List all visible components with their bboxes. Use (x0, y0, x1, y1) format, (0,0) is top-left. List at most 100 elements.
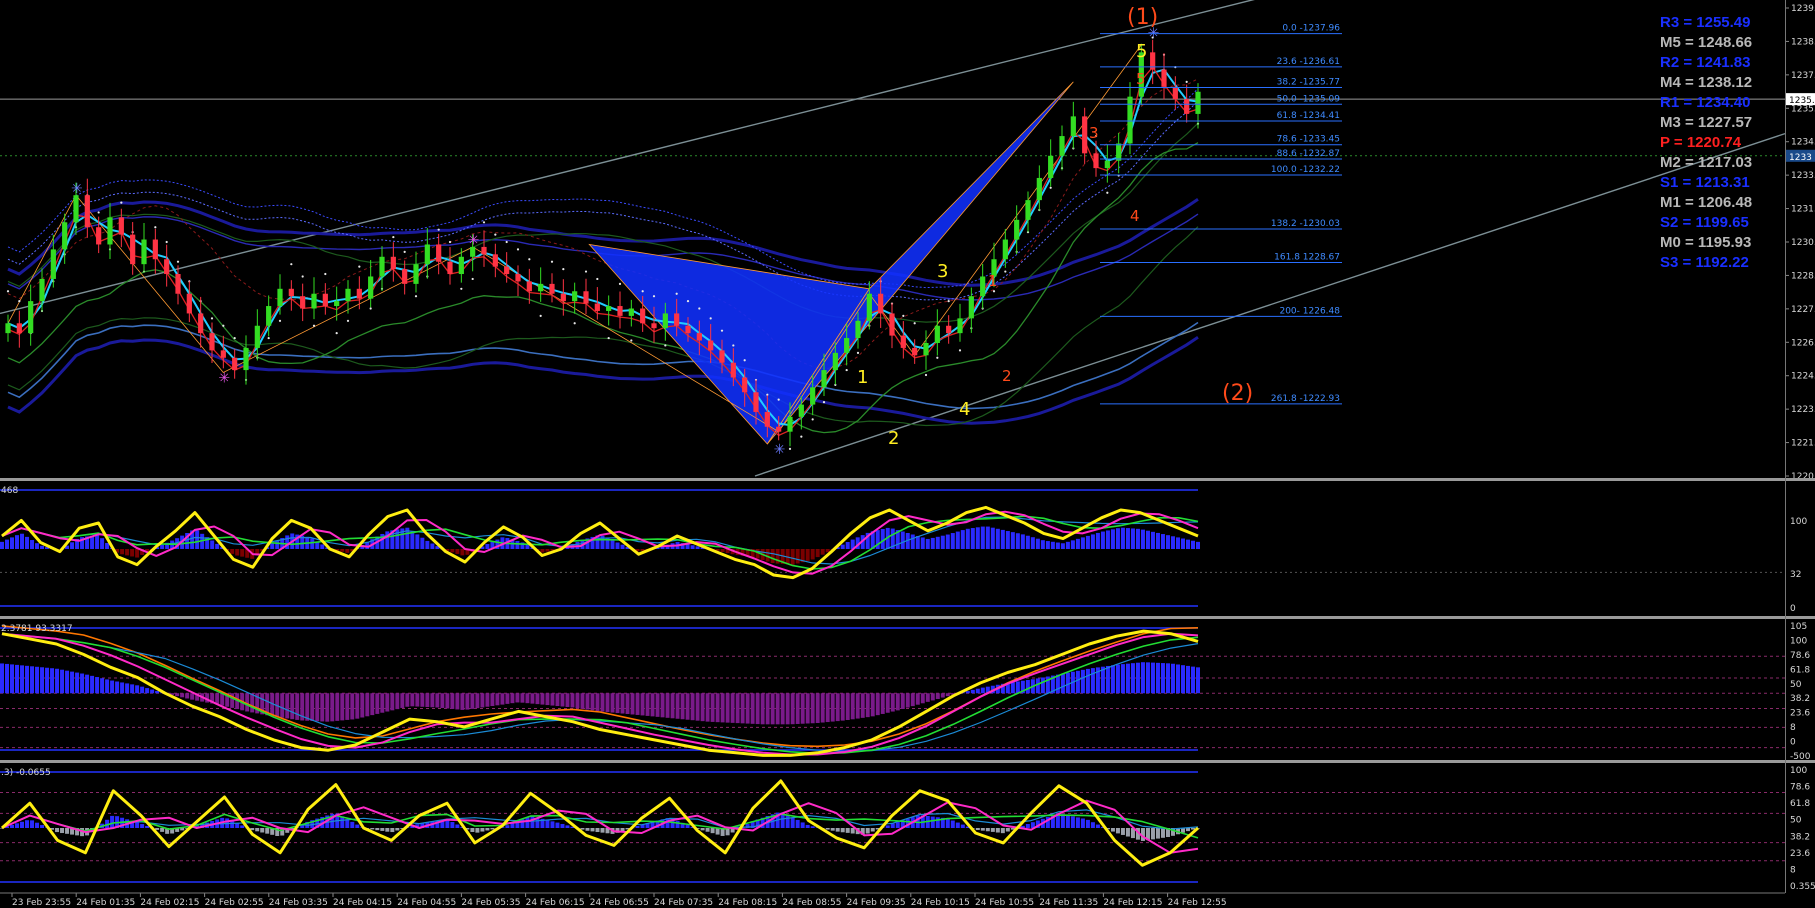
sub2-hist-bar (1060, 673, 1065, 694)
sub2-hist-bar (345, 693, 350, 720)
sub3-hist-bar (785, 814, 790, 828)
sub2-hist-bar (930, 693, 935, 701)
sub3-hist-bar (990, 828, 995, 832)
sub2-hist-bar (35, 666, 40, 694)
sub1-hist-bar (1110, 529, 1115, 549)
sub1-hist-bar (840, 544, 845, 549)
sub1-axis: 100 32 0 (1790, 517, 1807, 614)
sub2-hist-bar (1150, 662, 1155, 694)
sub2-hist-bar (640, 693, 645, 716)
sub3-hist-bar (845, 828, 850, 833)
sub-panel-2: 2.3781 93.3317 105 100 78.6 61.8 50 38.2 23.6 8… (0, 622, 1811, 762)
sub2-hist-bar (575, 693, 580, 709)
sub2-axis-tick: 38.2 (1790, 694, 1810, 704)
sub2-hist-bar (185, 693, 190, 699)
sub2-axis: 105 100 78.6 61.8 50 38.2 23.6 8 0 -500 (1790, 622, 1811, 762)
pivot-level-row: R2 = 1241.83 (1660, 54, 1751, 71)
sub3-hist-bar (1110, 828, 1115, 832)
sub2-hist-bar (55, 668, 60, 694)
candle-body (764, 411, 770, 427)
sub1-hist-bar (610, 540, 615, 549)
sub2-hist-bar (945, 693, 950, 697)
sub1-hist-bar (420, 537, 425, 549)
sub3-hist-bar (1155, 828, 1160, 839)
candle-body (538, 283, 544, 292)
sub2-hist-bar (480, 693, 485, 708)
sub3-hist-bar (140, 824, 145, 828)
orange-wave-1: 1 (988, 272, 998, 290)
candle-body (957, 318, 963, 334)
sar-dot (709, 317, 712, 320)
sub1-hist-bar (270, 543, 275, 549)
sub2-hist-bar (90, 675, 95, 694)
sub3-hist-bar (385, 828, 390, 832)
sub2-hist-bar (470, 693, 475, 709)
time-axis-label: 24 Feb 02:15 (140, 898, 199, 908)
sub1-hist-bar (950, 533, 955, 549)
sub3-hist-bar (600, 828, 605, 833)
candle-body (878, 293, 884, 314)
sub3-hist-bar (480, 828, 485, 832)
sub2-hist-bar (855, 693, 860, 719)
sub2-hist-bar (980, 687, 985, 694)
candle-body (141, 239, 147, 265)
sub3-hist-bar (240, 825, 245, 828)
fractal-marker: ✳ (218, 370, 230, 386)
sub1-hist-bar (1015, 533, 1020, 549)
sub-panel-1: 468 100 32 0 (0, 486, 1807, 614)
pivot-level-row: P = 1220.74 (1660, 134, 1742, 151)
candle-body (855, 320, 861, 339)
sub2-hist-bar (910, 693, 915, 707)
sub3-hist-bar (710, 828, 715, 834)
sub3-axis-tick: 50 (1790, 816, 1802, 826)
sub1-hist-bar (345, 549, 350, 553)
sub2-hist-bar (1085, 668, 1090, 694)
sub2-hist-bar (630, 693, 635, 715)
sub2-hist-bar (150, 689, 155, 694)
candle-body (481, 246, 487, 255)
sub1-hist-bar (1095, 532, 1100, 549)
sar-dot (913, 322, 916, 325)
candle-body (583, 291, 589, 304)
sub2-hist-bar (580, 693, 585, 709)
candle-body (900, 335, 906, 348)
sub2-hist-bar (635, 693, 640, 715)
sub2-hist-bar (545, 693, 550, 706)
sub3-hist-bar (450, 821, 455, 828)
sub2-hist-bar (705, 693, 710, 722)
sub2-hist-bar (340, 693, 345, 721)
sub1-hist-bar (130, 549, 135, 557)
sub2-hist-bar (550, 693, 555, 706)
price-axis-label: 1233. (1791, 171, 1815, 181)
sub2-hist-bar (455, 693, 460, 710)
sub3-hist-bar (590, 828, 595, 832)
sub1-hist-bar (415, 534, 420, 549)
sub2-hist-bar (65, 670, 70, 694)
time-axis-label: 24 Feb 09:35 (847, 898, 906, 908)
sub2-hist-bar (535, 693, 540, 705)
candle-body (651, 323, 657, 329)
sub1-hist-bar (35, 543, 40, 549)
wave-label-2-bottom: (2) (1222, 381, 1253, 406)
candle-body (594, 303, 600, 311)
candle-body (889, 313, 895, 336)
sub1-hist-bar (1145, 530, 1150, 549)
sub3-axis-tick: 100 (1790, 766, 1807, 776)
sub3-hist-bar (1150, 828, 1155, 840)
sub2-hist-bar (0, 663, 4, 694)
candle-body (662, 313, 668, 329)
sub1-hist-bar (40, 545, 45, 549)
sub2-hist-bar (810, 693, 815, 724)
sub2-hist-bar (800, 693, 805, 724)
candle-body (16, 323, 22, 334)
sub2-hist-bar (675, 693, 680, 719)
sub2-hist-bar (370, 693, 375, 716)
sub2-overlays (0, 627, 1785, 751)
sub2-hist-bar (495, 693, 500, 706)
sar-dot (596, 277, 599, 281)
sub3-hist-bar (675, 820, 680, 828)
sar-dot (811, 418, 814, 421)
sub3-hist-bar (1090, 822, 1095, 828)
sub3-hist-bar (40, 825, 45, 828)
time-axis-label: 24 Feb 12:55 (1168, 898, 1227, 908)
